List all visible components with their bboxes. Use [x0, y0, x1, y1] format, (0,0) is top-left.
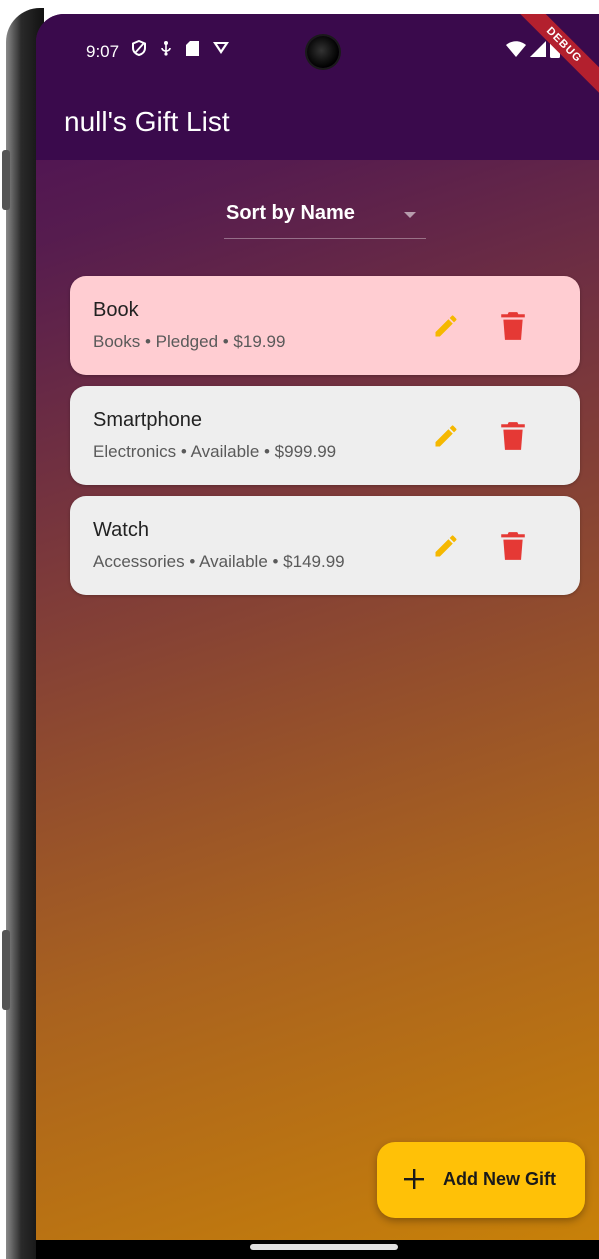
- gift-list: Book Books • Pledged • $19.99 Smartphone…: [70, 276, 580, 606]
- delete-icon[interactable]: [500, 311, 526, 341]
- delete-icon[interactable]: [500, 421, 526, 451]
- vpn-icon: [213, 42, 229, 54]
- gift-details: Accessories • Available • $149.99: [93, 552, 345, 571]
- edit-icon[interactable]: [432, 312, 460, 340]
- gift-card-smartphone[interactable]: Smartphone Electronics • Available • $99…: [70, 386, 580, 485]
- gift-details: Electronics • Available • $999.99: [93, 442, 337, 461]
- edit-icon[interactable]: [432, 422, 460, 450]
- edit-icon[interactable]: [432, 532, 460, 560]
- chevron-down-icon: [404, 212, 416, 218]
- power-button: [2, 930, 10, 1010]
- gift-name: Smartphone: [93, 409, 202, 431]
- gift-details: Books • Pledged • $19.99: [93, 332, 286, 351]
- gift-card-watch[interactable]: Watch Accessories • Available • $149.99: [70, 496, 580, 595]
- add-new-gift-button[interactable]: Add New Gift: [377, 1142, 585, 1218]
- app-screen: 9:07 DEBUG null's Gift List Sort by Name…: [36, 14, 599, 1259]
- sort-dropdown-value: Sort by Name: [226, 202, 355, 224]
- status-icons-left: [132, 40, 229, 56]
- front-camera: [307, 36, 339, 68]
- gift-name: Watch: [93, 519, 149, 541]
- shield-icon: [132, 40, 146, 56]
- gift-card-book[interactable]: Book Books • Pledged • $19.99: [70, 276, 580, 375]
- sd-card-icon: [186, 40, 199, 56]
- volume-button: [2, 150, 10, 210]
- plus-icon: [404, 1169, 424, 1189]
- wifi-icon: [506, 41, 526, 57]
- usb-icon: [161, 41, 171, 56]
- delete-icon[interactable]: [500, 531, 526, 561]
- navigation-bar: [36, 1240, 599, 1259]
- page-title: null's Gift List: [64, 106, 230, 137]
- gift-name: Book: [93, 299, 139, 321]
- device-frame: 9:07 DEBUG null's Gift List Sort by Name…: [0, 0, 599, 1259]
- status-time: 9:07: [86, 42, 120, 61]
- status-bar: 9:07 DEBUG: [36, 14, 599, 98]
- sort-dropdown[interactable]: Sort by Name: [224, 200, 426, 239]
- signal-icon: [530, 41, 546, 57]
- home-indicator[interactable]: [250, 1244, 398, 1250]
- add-new-gift-label: Add New Gift: [443, 1169, 556, 1189]
